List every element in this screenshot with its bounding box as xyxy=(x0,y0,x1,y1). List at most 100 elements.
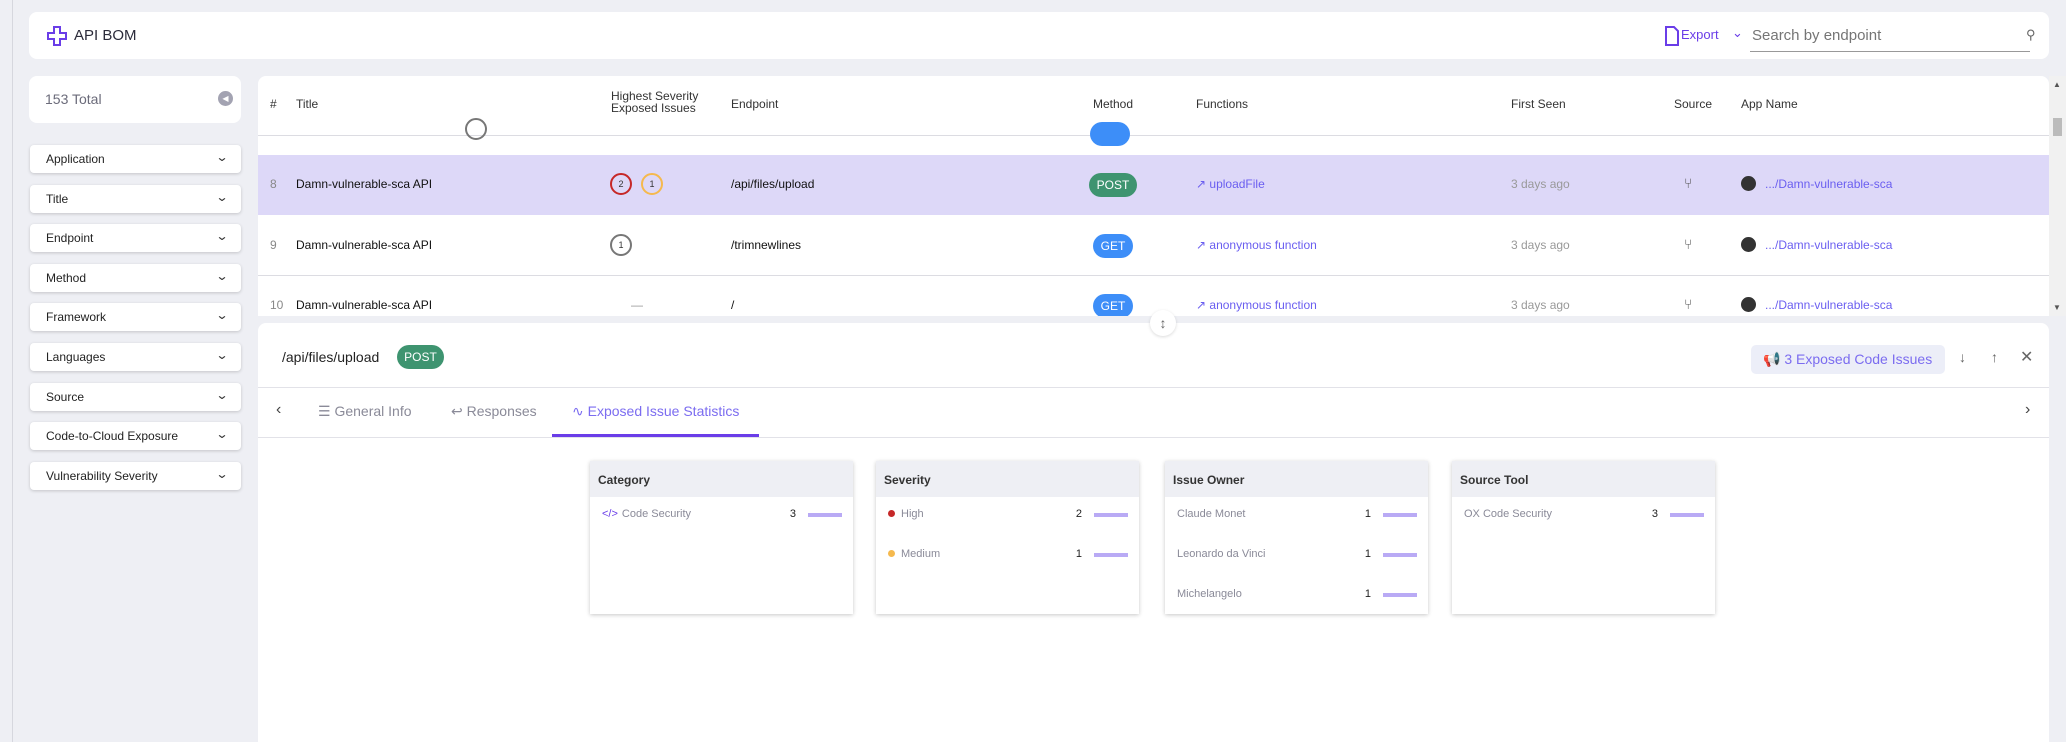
severity-dot-icon xyxy=(888,550,895,557)
app-name-link[interactable]: .../Damn-vulnerable-sca xyxy=(1765,238,1892,252)
row-endpoint: /trimnewlines xyxy=(731,238,802,252)
filter-label: Title xyxy=(46,191,69,206)
method-badge-partial xyxy=(1090,122,1130,146)
row-endpoint: /api/files/upload xyxy=(731,177,815,191)
total-count-card: 153 Total ◀ xyxy=(29,76,241,123)
stat-item[interactable]: Leonardo da Vinci 1 xyxy=(1177,548,1417,564)
first-seen: 3 days ago xyxy=(1511,298,1570,312)
col-source[interactable]: Source xyxy=(1674,97,1712,111)
chevron-down-icon: ⌄ xyxy=(215,150,229,164)
tab-responses[interactable]: ↩ Responses xyxy=(451,403,537,420)
tabs-next-icon[interactable]: › xyxy=(2025,401,2030,419)
search-input[interactable] xyxy=(1750,20,2030,52)
col-method[interactable]: Method xyxy=(1093,97,1133,111)
col-endpoint[interactable]: Endpoint xyxy=(731,97,778,111)
table-row[interactable]: 8 Damn-vulnerable-sca API 2 1 /api/files… xyxy=(258,155,2049,215)
filter-languages[interactable]: Languages ⌄ xyxy=(30,343,241,371)
source-branch-icon: ⑂ xyxy=(1684,236,1693,252)
stat-card-severity: Severity High 2 Medium 1 xyxy=(876,461,1139,614)
tabs-prev-icon[interactable]: ‹ xyxy=(276,401,281,419)
filter-vulnerability-severity[interactable]: Vulnerability Severity ⌄ xyxy=(30,461,241,490)
filter-label: Source xyxy=(46,389,85,404)
exposed-issues-button[interactable]: 📢 3 Exposed Code Issues xyxy=(1751,345,1945,374)
first-seen: 3 days ago xyxy=(1511,238,1570,252)
filter-label: Framework xyxy=(46,310,107,325)
function-link[interactable]: ↗ anonymous function xyxy=(1196,298,1317,312)
stat-card-source-tool: Source Tool OX Code Security 3 xyxy=(1452,461,1715,614)
stat-item[interactable]: Claude Monet 1 xyxy=(1177,508,1417,524)
resize-handle-icon[interactable]: ↕ xyxy=(1150,310,1176,336)
stat-item[interactable]: Medium 1 xyxy=(888,548,1128,564)
stat-count: 1 xyxy=(1364,508,1371,520)
high-severity-badge: 2 xyxy=(610,173,632,195)
severity-dot-icon xyxy=(888,510,895,517)
tab-general-info[interactable]: ☰ General Info xyxy=(318,403,412,420)
filter-application[interactable]: Application ⌄ xyxy=(30,145,241,173)
issues-label: 3 Exposed Code Issues xyxy=(1784,351,1933,367)
stat-label: Code Security xyxy=(621,508,691,520)
scroll-down-icon[interactable]: ▼ xyxy=(2053,303,2061,312)
export-button[interactable]: Export xyxy=(1681,27,1719,42)
tab-exposed-issue-statistics[interactable]: ∿ Exposed Issue Statistics xyxy=(572,403,739,420)
arrow-up-icon[interactable]: ↑ xyxy=(1991,349,1998,365)
method-badge: GET xyxy=(1093,234,1133,258)
stat-count: 1 xyxy=(1075,548,1082,560)
filter-title[interactable]: Title ⌄ xyxy=(30,184,241,213)
search-icon[interactable]: ⚲ xyxy=(2026,27,2036,43)
scroll-up-icon[interactable]: ▲ xyxy=(2053,80,2061,89)
app-name-link[interactable]: .../Damn-vulnerable-sca xyxy=(1765,298,1892,312)
no-issues: — xyxy=(631,298,643,312)
medium-severity-badge: 1 xyxy=(641,173,663,195)
col-num: # xyxy=(270,97,277,111)
external-link-icon: ↗ xyxy=(1196,298,1210,312)
stat-count: 3 xyxy=(1651,508,1658,520)
table-scrollbar[interactable]: ▲ ▼ xyxy=(2049,76,2066,316)
stat-item[interactable]: </> Code Security 3 xyxy=(602,508,842,524)
function-name: anonymous function xyxy=(1209,238,1317,252)
stat-bar xyxy=(808,513,842,517)
chevron-down-icon[interactable]: ⌄ xyxy=(1732,25,1743,41)
table-row[interactable]: 9 Damn-vulnerable-sca API 1 /trimnewline… xyxy=(258,216,2049,276)
method-badge: POST xyxy=(1089,173,1137,197)
col-severity-line2: Exposed Issues xyxy=(611,101,696,115)
collapse-sidebar-icon[interactable]: ◀ xyxy=(218,91,233,106)
filter-endpoint[interactable]: Endpoint ⌄ xyxy=(30,224,241,253)
scroll-thumb[interactable] xyxy=(2053,118,2062,136)
stat-bar xyxy=(1670,513,1704,517)
stat-item[interactable]: Michelangelo 1 xyxy=(1177,588,1417,604)
export-file-icon[interactable] xyxy=(1663,25,1681,47)
filter-source[interactable]: Source ⌄ xyxy=(30,382,241,411)
stat-item[interactable]: High 2 xyxy=(888,508,1128,524)
filter-method[interactable]: Method ⌄ xyxy=(30,263,241,292)
megaphone-icon: 📢 xyxy=(1763,351,1785,367)
tab-label: General Info xyxy=(334,403,412,419)
table-row[interactable]: 10 Damn-vulnerable-sca API — / GET ↗ ano… xyxy=(258,276,2049,316)
col-first-seen[interactable]: First Seen xyxy=(1511,97,1566,111)
source-branch-icon: ⑂ xyxy=(1684,296,1693,312)
stat-count: 2 xyxy=(1075,508,1082,520)
app-name-link[interactable]: .../Damn-vulnerable-sca xyxy=(1765,177,1892,191)
stat-label: Claude Monet xyxy=(1177,508,1246,520)
filter-label: Vulnerability Severity xyxy=(46,468,158,483)
col-app-name[interactable]: App Name xyxy=(1741,97,1798,111)
close-icon[interactable]: ✕ xyxy=(2020,347,2033,367)
card-title: Severity xyxy=(876,461,1139,497)
filter-code-to-cloud-exposure[interactable]: Code-to-Cloud Exposure ⌄ xyxy=(30,422,241,451)
chevron-down-icon: ⌄ xyxy=(215,466,229,481)
filter-framework[interactable]: Framework ⌄ xyxy=(30,303,241,332)
filter-label: Application xyxy=(46,152,105,166)
col-severity[interactable]: Highest Severity Exposed Issues xyxy=(611,90,698,114)
detail-panel: /api/files/upload POST 📢 3 Exposed Code … xyxy=(258,323,2049,742)
tab-label: Responses xyxy=(466,403,537,419)
function-link[interactable]: ↗ uploadFile xyxy=(1196,177,1265,191)
col-functions[interactable]: Functions xyxy=(1196,97,1248,111)
stat-label: Medium xyxy=(901,548,941,560)
col-title[interactable]: Title xyxy=(296,97,318,111)
function-link[interactable]: ↗ anonymous function xyxy=(1196,238,1317,252)
arrow-down-icon[interactable]: ↓ xyxy=(1959,349,1966,365)
activity-icon: ∿ xyxy=(572,403,588,419)
divider xyxy=(258,437,2049,438)
stat-label: Leonardo da Vinci xyxy=(1177,548,1266,560)
row-endpoint: / xyxy=(731,298,735,312)
stat-item[interactable]: OX Code Security 3 xyxy=(1464,508,1704,524)
